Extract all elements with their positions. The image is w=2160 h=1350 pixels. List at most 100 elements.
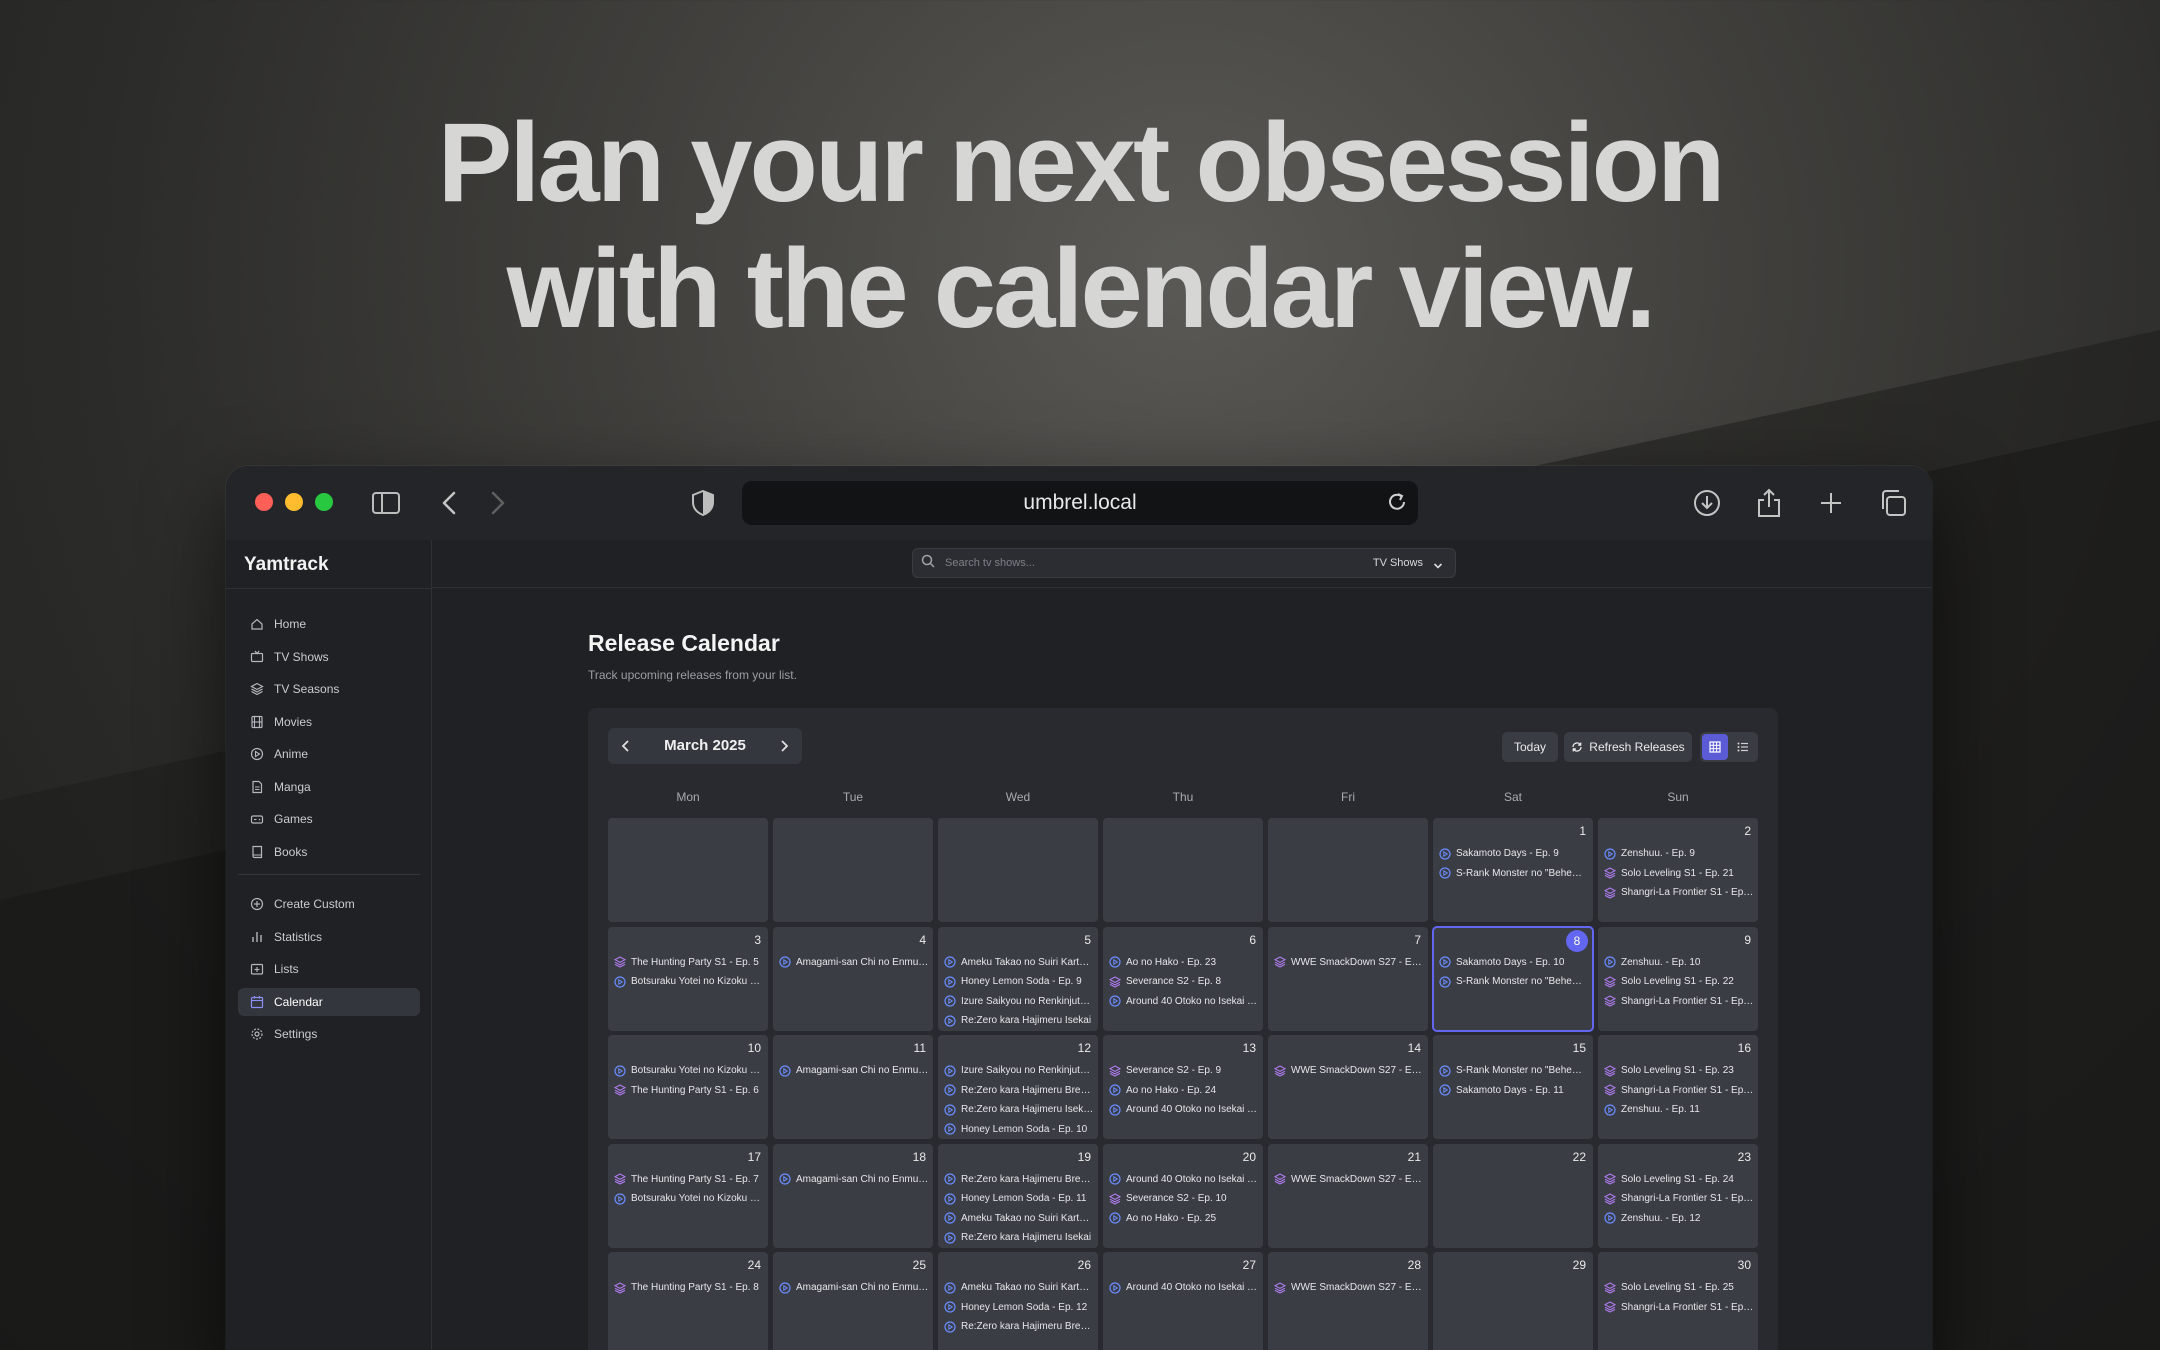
release-event[interactable]: Botsuraku Yotei no Kizoku dakedo <box>614 1189 764 1209</box>
release-event[interactable]: Shangri-La Frontier S1 - Ep. 49 <box>1604 1189 1754 1209</box>
release-event[interactable]: WWE SmackDown S27 - Ep. 11 <box>1274 1061 1424 1081</box>
sidebar-item-tv-seasons[interactable]: TV Seasons <box>238 675 420 703</box>
calendar-day-cell[interactable]: 20 Around 40 Otoko no Isekai Tsuuhan Sever… <box>1103 1143 1263 1248</box>
new-tab-plus-icon[interactable] <box>1814 486 1848 520</box>
release-event[interactable]: Honey Lemon Soda - Ep. 12 <box>944 1298 1094 1318</box>
release-event[interactable]: Ameku Takao no Suiri Karte - Ep. 12 <box>944 1278 1094 1298</box>
release-event[interactable]: The Hunting Party S1 - Ep. 6 <box>614 1081 764 1101</box>
sidebar-item-movies[interactable]: Movies <box>238 708 420 736</box>
calendar-day-cell[interactable]: 23 Solo Leveling S1 - Ep. 24 Shangri-La Fr… <box>1598 1143 1758 1248</box>
release-event[interactable]: Sakamoto Days - Ep. 10 <box>1439 953 1589 973</box>
release-event[interactable]: Zenshuu. - Ep. 12 <box>1604 1209 1754 1229</box>
release-event[interactable]: S-Rank Monster no "Behemoth" dakedo <box>1439 972 1589 992</box>
release-event[interactable]: Sakamoto Days - Ep. 11 <box>1439 1081 1589 1101</box>
calendar-day-cell[interactable]: 25 Amagami-san Chi no Enmusubi <box>773 1252 933 1350</box>
release-event[interactable]: WWE SmackDown S27 - Ep. 12 <box>1274 1170 1424 1190</box>
calendar-day-cell[interactable]: 9 Zenshuu. - Ep. 10 Solo Leveling S1 - Ep.… <box>1598 926 1758 1031</box>
release-event[interactable]: Around 40 Otoko no Isekai Tsuuhan <box>1109 1278 1259 1298</box>
release-event[interactable]: S-Rank Monster no "Behemoth" dakedo <box>1439 1061 1589 1081</box>
calendar-day-cell[interactable]: 4 Amagami-san Chi no Enmusubi <box>773 926 933 1031</box>
sidebar-item-anime[interactable]: Anime <box>238 740 420 768</box>
release-event[interactable]: Solo Leveling S1 - Ep. 21 <box>1604 864 1754 884</box>
sidebar-toggle-icon[interactable] <box>369 486 403 520</box>
release-event[interactable]: Ao no Hako - Ep. 24 <box>1109 1081 1259 1101</box>
release-event[interactable]: The Hunting Party S1 - Ep. 8 <box>614 1278 764 1298</box>
close-window-button[interactable] <box>255 493 273 511</box>
brand-title[interactable]: Yamtrack <box>244 554 329 576</box>
release-event[interactable]: Sakamoto Days - Ep. 9 <box>1439 844 1589 864</box>
release-event[interactable]: Amagami-san Chi no Enmusubi <box>779 953 929 973</box>
calendar-day-cell[interactable]: 12 Izure Saikyou no Renkinjutsushi Re:Zero… <box>938 1035 1098 1139</box>
release-event[interactable]: Severance S2 - Ep. 10 <box>1109 1189 1259 1209</box>
tab-overview-icon[interactable] <box>1876 486 1910 520</box>
release-event[interactable]: WWE SmackDown S27 - Ep. 13 <box>1274 1278 1424 1298</box>
release-event[interactable]: Ameku Takao no Suiri Karte - Ep. 11 <box>944 1209 1094 1229</box>
back-arrow-icon[interactable] <box>432 486 466 520</box>
release-event[interactable]: Shangri-La Frontier S1 - Ep. 46 <box>1604 883 1754 903</box>
sidebar-item-home[interactable]: Home <box>238 610 420 638</box>
release-event[interactable]: Honey Lemon Soda - Ep. 11 <box>944 1189 1094 1209</box>
calendar-day-cell[interactable]: 18 Amagami-san Chi no Enmusubi <box>773 1143 933 1248</box>
release-event[interactable]: Solo Leveling S1 - Ep. 22 <box>1604 972 1754 992</box>
release-event[interactable]: Zenshuu. - Ep. 9 <box>1604 844 1754 864</box>
release-event[interactable]: Honey Lemon Soda - Ep. 9 <box>944 972 1094 992</box>
sidebar-item-books[interactable]: Books <box>238 838 420 866</box>
release-event[interactable]: Re:Zero kara Hajimeru Isekai <box>944 1228 1094 1248</box>
reload-icon[interactable] <box>1386 491 1408 519</box>
release-event[interactable]: Solo Leveling S1 - Ep. 24 <box>1604 1170 1754 1190</box>
release-event[interactable]: Izure Saikyou no Renkinjutsushi <box>944 1061 1094 1081</box>
release-event[interactable]: Shangri-La Frontier S1 - Ep. 48 <box>1604 1081 1754 1101</box>
release-event[interactable]: The Hunting Party S1 - Ep. 7 <box>614 1170 764 1190</box>
sidebar-item-tv-shows[interactable]: TV Shows <box>238 643 420 671</box>
calendar-day-cell[interactable]: 28 WWE SmackDown S27 - Ep. 13 <box>1268 1252 1428 1350</box>
grid-view-icon[interactable] <box>1702 734 1728 760</box>
release-event[interactable]: The Hunting Party S1 - Ep. 5 <box>614 953 764 973</box>
previous-month-button[interactable] <box>608 728 644 764</box>
release-event[interactable]: Re:Zero kara Hajimeru Break Time <box>944 1081 1094 1101</box>
release-event[interactable]: Re:Zero kara Hajimeru Isekai Seikatsu <box>944 1100 1094 1120</box>
calendar-day-cell[interactable]: 22 <box>1433 1143 1593 1248</box>
calendar-day-cell[interactable]: 15 S-Rank Monster no "Behemoth" dakedo Sak… <box>1433 1035 1593 1139</box>
release-event[interactable]: Botsuraku Yotei no Kizoku dakedo <box>614 972 764 992</box>
calendar-day-cell[interactable]: 6 Ao no Hako - Ep. 23 Severance S2 - Ep. 8… <box>1103 926 1263 1031</box>
release-event[interactable]: Around 40 Otoko no Isekai Tsuuhan <box>1109 992 1259 1012</box>
forward-arrow-icon[interactable] <box>481 486 515 520</box>
refresh-releases-button[interactable]: Refresh Releases <box>1564 732 1692 762</box>
release-event[interactable]: Around 40 Otoko no Isekai Tsuuhan <box>1109 1100 1259 1120</box>
sidebar-item-lists[interactable]: Lists <box>238 955 420 983</box>
calendar-day-cell[interactable]: 1 Sakamoto Days - Ep. 9 S-Rank Monster no … <box>1433 818 1593 922</box>
sidebar-item-create-custom[interactable]: Create Custom <box>238 890 420 918</box>
release-event[interactable]: Solo Leveling S1 - Ep. 25 <box>1604 1278 1754 1298</box>
calendar-day-cell[interactable]: 2 Zenshuu. - Ep. 9 Solo Leveling S1 - Ep. … <box>1598 818 1758 922</box>
release-event[interactable]: Amagami-san Chi no Enmusubi <box>779 1061 929 1081</box>
release-event[interactable]: Re:Zero kara Hajimeru Isekai <box>944 1011 1094 1031</box>
calendar-day-cell[interactable]: 19 Re:Zero kara Hajimeru Break Time Honey … <box>938 1143 1098 1248</box>
sidebar-item-settings[interactable]: Settings <box>238 1020 420 1048</box>
calendar-day-cell[interactable]: 26 Ameku Takao no Suiri Karte - Ep. 12 Hon… <box>938 1252 1098 1350</box>
release-event[interactable]: Solo Leveling S1 - Ep. 23 <box>1604 1061 1754 1081</box>
calendar-day-cell[interactable]: 21 WWE SmackDown S27 - Ep. 12 <box>1268 1143 1428 1248</box>
sidebar-item-manga[interactable]: Manga <box>238 773 420 801</box>
search-category-select[interactable]: TV Shows <box>1373 557 1423 569</box>
chevron-down-icon[interactable] <box>1433 558 1443 576</box>
next-month-button[interactable] <box>766 728 802 764</box>
sidebar-item-calendar[interactable]: Calendar <box>238 987 420 1016</box>
sidebar-item-games[interactable]: Games <box>238 805 420 833</box>
release-event[interactable]: Re:Zero kara Hajimeru Break Time <box>944 1317 1094 1337</box>
download-icon[interactable] <box>1690 486 1724 520</box>
shield-icon[interactable] <box>686 486 720 520</box>
calendar-day-cell[interactable]: 8 Sakamoto Days - Ep. 10 S-Rank Monster no… <box>1432 925 1594 1032</box>
calendar-day-cell[interactable]: 5 Ameku Takao no Suiri Karte - Ep. 9 Honey… <box>938 926 1098 1031</box>
release-event[interactable]: Zenshuu. - Ep. 10 <box>1604 953 1754 973</box>
sidebar-item-statistics[interactable]: Statistics <box>238 923 420 951</box>
release-event[interactable]: Severance S2 - Ep. 8 <box>1109 972 1259 992</box>
calendar-day-cell[interactable]: 14 WWE SmackDown S27 - Ep. 11 <box>1268 1035 1428 1139</box>
release-event[interactable]: Botsuraku Yotei no Kizoku dakedo <box>614 1061 764 1081</box>
today-button[interactable]: Today <box>1502 732 1558 762</box>
calendar-day-cell[interactable]: 16 Solo Leveling S1 - Ep. 23 Shangri-La Fr… <box>1598 1035 1758 1139</box>
release-event[interactable]: Shangri-La Frontier S1 - Ep. 47 <box>1604 992 1754 1012</box>
calendar-day-cell[interactable]: 7 WWE SmackDown S27 - Ep. 10 <box>1268 926 1428 1031</box>
calendar-day-cell[interactable]: 3 The Hunting Party S1 - Ep. 5 Botsuraku Y… <box>608 926 768 1031</box>
release-event[interactable]: Zenshuu. - Ep. 11 <box>1604 1100 1754 1120</box>
calendar-day-cell[interactable]: 11 Amagami-san Chi no Enmusubi <box>773 1035 933 1139</box>
